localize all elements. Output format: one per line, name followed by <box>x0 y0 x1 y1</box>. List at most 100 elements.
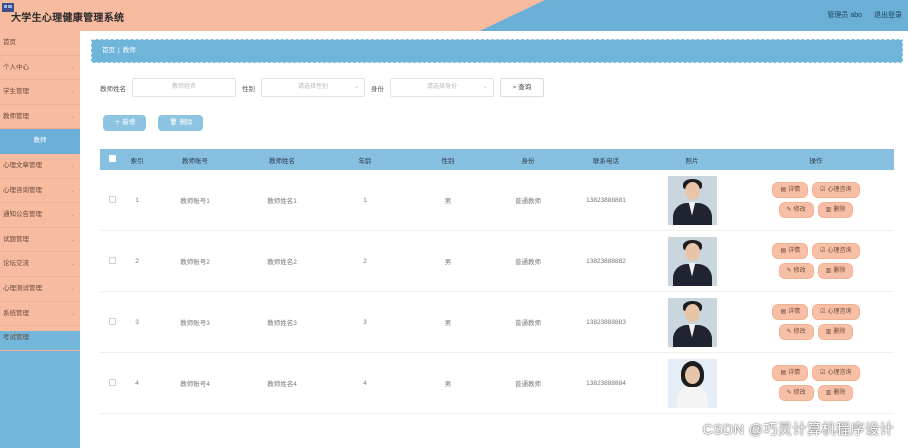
query-button[interactable]: ⌕ 查询 <box>500 78 544 97</box>
sidebar-item[interactable]: 教师 <box>0 129 80 154</box>
teacher-photo[interactable] <box>667 358 717 408</box>
sidebar-item[interactable]: 考试管理 ⌄ <box>0 326 80 351</box>
pencil-icon: ✎ <box>786 390 792 396</box>
teacher-name-input[interactable]: 教师姓名 <box>132 78 236 97</box>
cell-role: 普通教师 <box>515 320 541 327</box>
logout-link[interactable]: 退出登录 <box>874 10 902 20</box>
photo-face <box>684 365 700 384</box>
sidebar-item[interactable]: 心理咨询管理 ⌄ <box>0 179 80 204</box>
consult-button[interactable]: ☑ 心理咨询 <box>813 244 859 258</box>
delete-button[interactable]: ▥ 删除 <box>818 325 853 339</box>
cell-sex: 男 <box>444 381 452 388</box>
edit-button[interactable]: ✎ 修改 <box>779 203 813 217</box>
sidebar-item[interactable]: 通知公告管理 ⌄ <box>0 203 80 228</box>
edit-button-label: 修改 <box>793 329 806 335</box>
cell-account: 教师账号1 <box>180 198 210 205</box>
role-select[interactable]: 请选择身份 ⌄ <box>390 78 494 97</box>
edit-button-label: 修改 <box>793 207 806 213</box>
sidebar-item[interactable]: 论坛交流 ⌄ <box>0 252 80 277</box>
sex-label: 性别 <box>242 85 255 93</box>
app-title: 大学生心理健康管理系统 <box>11 13 125 24</box>
detail-button[interactable]: ▤ 详情 <box>773 366 808 380</box>
breadcrumb: 首页 | 教师 <box>91 39 903 63</box>
column-header-sex: 性别 <box>441 157 455 165</box>
sidebar-item-label: 心理文章管理 <box>3 161 42 169</box>
row-checkbox[interactable] <box>108 378 116 386</box>
column-header-age: 年龄 <box>358 157 372 165</box>
edit-button[interactable]: ✎ 修改 <box>779 386 813 400</box>
sidebar-item[interactable]: 试题管理 ⌄ <box>0 228 80 253</box>
sex-select[interactable]: 请选择性别 ⌄ <box>261 78 365 97</box>
consult-button[interactable]: ☑ 心理咨询 <box>813 366 859 380</box>
cell-sex: 男 <box>444 259 452 266</box>
sidebar-menu: 首页 个人中心 ⌄ 学生管理 ⌄ 教师管理 ⌄ 教师 心理文章管理 ⌄ 心理咨询管理 ⌄ 通知公告管理 ⌄… <box>0 31 80 351</box>
detail-button-label: 详情 <box>788 187 801 193</box>
teacher-photo[interactable] <box>667 175 717 225</box>
action-bar: ＋ 新增 🗑 删除 <box>104 116 203 130</box>
edit-button[interactable]: ✎ 修改 <box>779 325 813 339</box>
consult-button-label: 心理咨询 <box>827 370 852 376</box>
chevron-down-icon: ⌄ <box>353 84 359 90</box>
pencil-icon: ✎ <box>786 329 792 335</box>
teacher-photo[interactable] <box>667 297 717 347</box>
cell-age: 4 <box>363 379 367 387</box>
photo-suit <box>676 385 708 408</box>
sidebar-item-label: 教师 <box>33 137 47 145</box>
photo-face <box>684 181 700 200</box>
chevron-down-icon: ⌄ <box>69 89 75 96</box>
sidebar-item[interactable]: 个人中心 ⌄ <box>0 56 80 81</box>
cell-name: 教师姓名3 <box>267 320 297 327</box>
row-checkbox[interactable] <box>108 256 116 264</box>
breadcrumb-home[interactable]: 首页 <box>102 40 115 62</box>
column-header-name: 教师姓名 <box>269 157 295 165</box>
sidebar-item[interactable]: 学生管理 ⌄ <box>0 80 80 105</box>
consult-button[interactable]: ☑ 心理咨询 <box>813 305 859 319</box>
cell-name: 教师姓名1 <box>267 198 297 205</box>
consult-button[interactable]: ☑ 心理咨询 <box>813 183 859 197</box>
role-select-placeholder: 请选择身份 <box>426 84 457 90</box>
teacher-photo[interactable] <box>667 236 717 286</box>
select-all-checkbox[interactable] <box>108 155 116 162</box>
chevron-down-icon: ⌄ <box>69 285 75 292</box>
cell-role: 普通教师 <box>515 198 541 205</box>
teacher-table: 索引 教师账号 教师姓名 年龄 性别 身份 联系电话 照片 操作 1 教师账号1 教… <box>100 149 894 414</box>
batch-delete-button[interactable]: 🗑 删除 <box>159 116 203 130</box>
row-checkbox[interactable] <box>108 317 116 325</box>
cell-account: 教师账号3 <box>180 320 210 327</box>
sidebar-item[interactable]: 首页 <box>0 31 80 56</box>
detail-button[interactable]: ▤ 详情 <box>773 305 808 319</box>
photo-face <box>684 303 700 322</box>
trash-icon: 🗑 <box>169 119 178 126</box>
cell-phone: 13823888883 <box>586 318 626 326</box>
sidebar-item[interactable]: 心理文章管理 ⌄ <box>0 154 80 179</box>
sidebar-item-label: 心理咨询管理 <box>3 186 42 194</box>
delete-button[interactable]: ▥ 删除 <box>818 386 853 400</box>
detail-button[interactable]: ▤ 详情 <box>773 244 808 258</box>
table-body: 1 教师账号1 教师姓名1 1 男普通教师 13823888881 ▤ 详情 ☑ 心理咨询 ✎ 修改 ▥… <box>100 170 894 414</box>
sidebar-item[interactable]: 系统管理 ⌄ <box>0 302 80 327</box>
row-checkbox[interactable] <box>108 195 116 203</box>
sidebar-item-label: 教师管理 <box>3 112 29 120</box>
chevron-down-icon: ⌄ <box>69 261 75 268</box>
edit-button[interactable]: ✎ 修改 <box>779 264 813 278</box>
chevron-down-icon: ⌄ <box>69 187 75 194</box>
photo-face <box>684 242 700 261</box>
detail-button-label: 详情 <box>788 309 801 315</box>
sidebar-item[interactable]: 心理测试管理 ⌄ <box>0 277 80 302</box>
delete-button[interactable]: ▥ 删除 <box>818 264 853 278</box>
chevron-down-icon: ⌄ <box>69 212 75 219</box>
table-row: 4 教师账号4 教师姓名4 4 男普通教师 13823888884 ▤ 详情 ☑ 心理咨询 ✎ 修改 ▥… <box>100 353 894 414</box>
delete-button-label: 删除 <box>833 390 846 396</box>
column-header-account: 教师账号 <box>182 157 208 165</box>
sidebar-item[interactable]: 教师管理 ⌄ <box>0 105 80 130</box>
edit-button-label: 修改 <box>793 390 806 396</box>
cell-index: 2 <box>135 257 139 265</box>
detail-button[interactable]: ▤ 详情 <box>773 183 808 197</box>
column-header-role: 身份 <box>521 157 535 165</box>
delete-button[interactable]: ▥ 删除 <box>818 203 853 217</box>
checklist-icon: ☑ <box>820 370 826 376</box>
chevron-down-icon: ⌄ <box>69 162 75 169</box>
breadcrumb-separator: | <box>118 47 120 54</box>
cell-phone: 13823888884 <box>586 379 626 387</box>
add-button[interactable]: ＋ 新增 <box>104 116 146 130</box>
